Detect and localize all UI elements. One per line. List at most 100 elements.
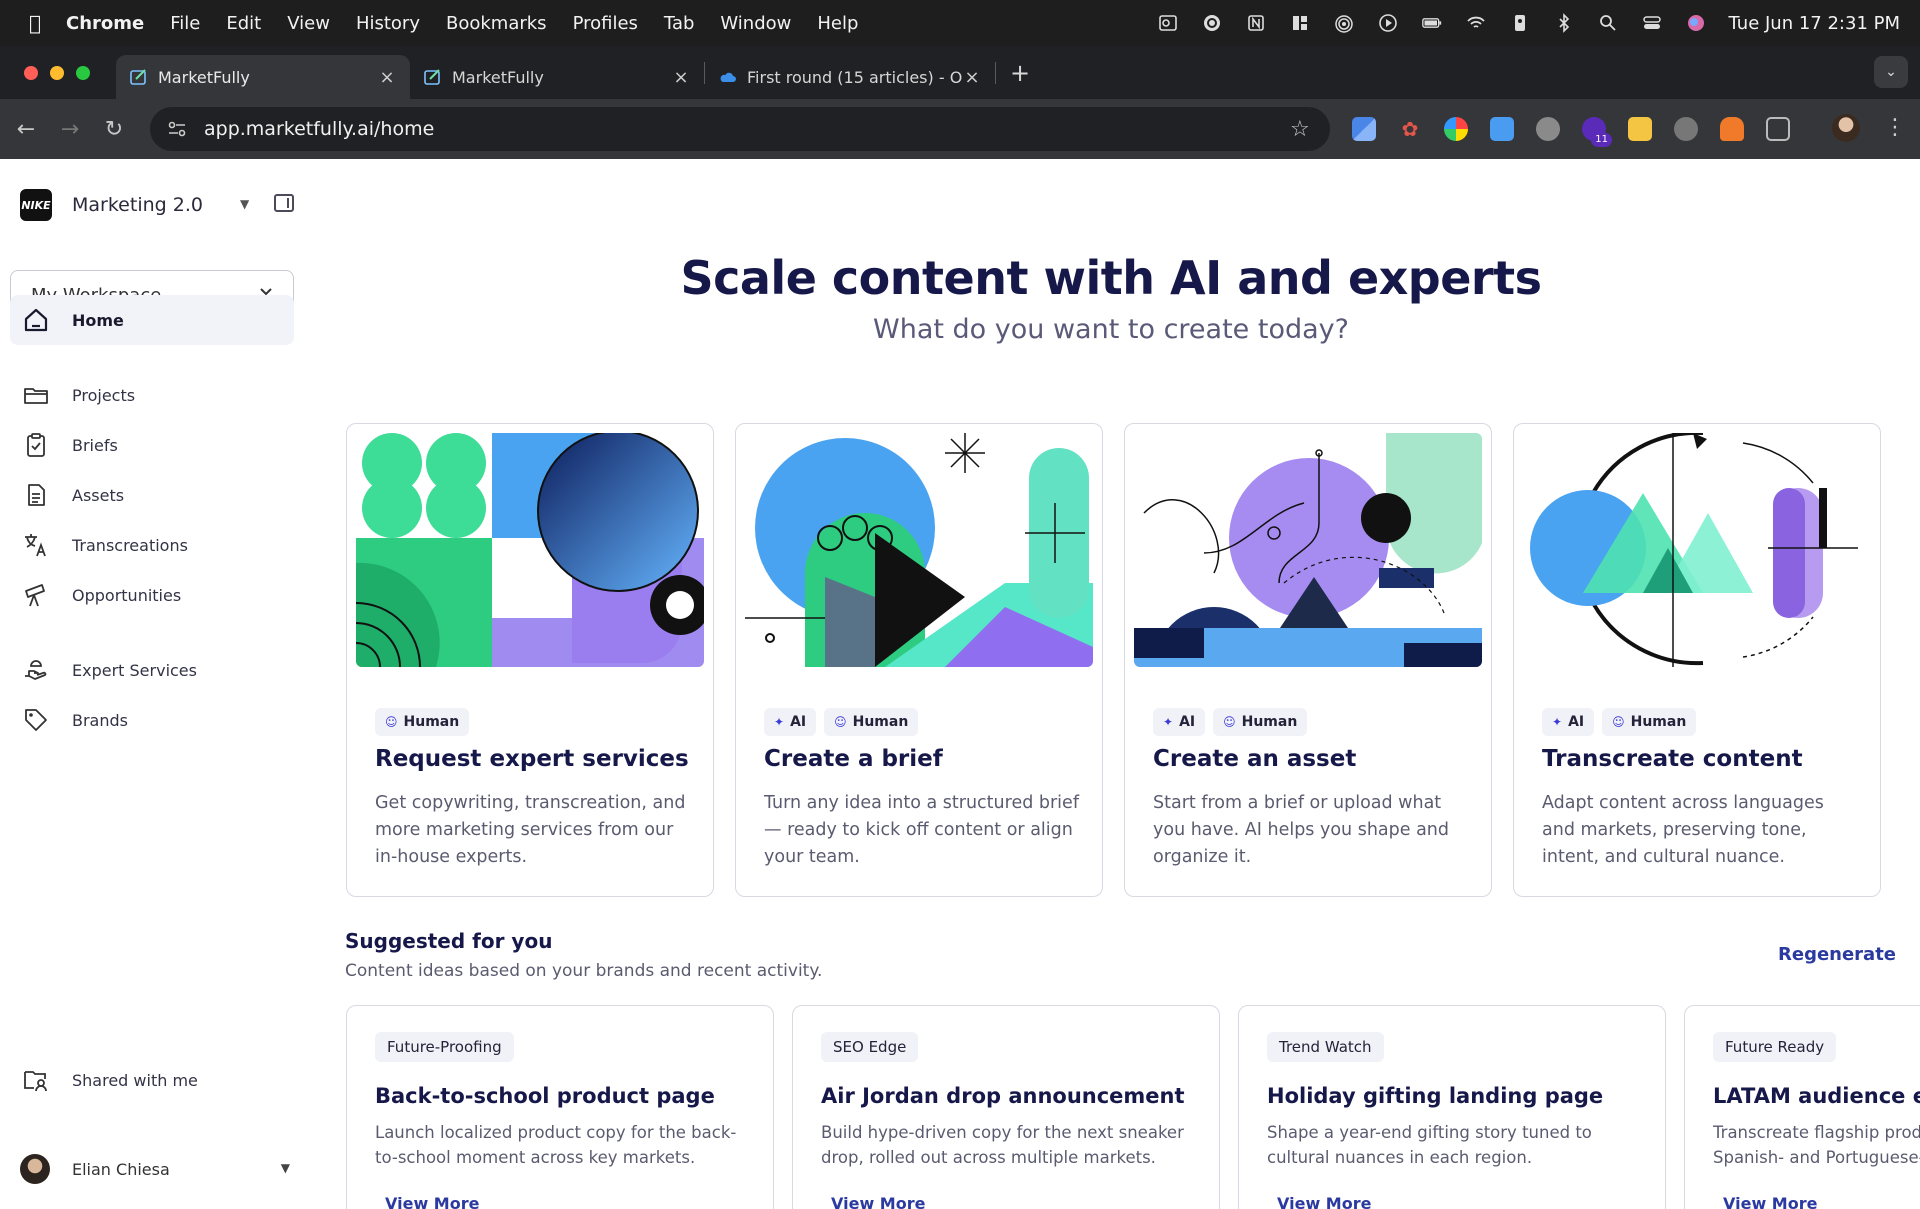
fox-extension-icon[interactable] [1720,117,1744,141]
notes-extension-icon[interactable] [1628,117,1652,141]
site-settings-icon[interactable] [166,118,188,140]
tag-human: ☺ Human [1602,708,1697,736]
user-caret-down-icon[interactable]: ▼ [281,1161,290,1175]
brand-caret-down-icon[interactable]: ▼ [240,197,249,211]
menu-history[interactable]: History [356,13,420,34]
card-illustration [745,433,1093,667]
siri-icon[interactable] [1685,12,1707,34]
menu-app-name[interactable]: Chrome [66,13,144,34]
view-more-link[interactable]: View More [831,1194,925,1209]
browser-tabstrip: MarketFully × MarketFully × First round … [0,46,1920,99]
suggestion-card[interactable]: Trend Watch Holiday gifting landing page… [1238,1005,1666,1209]
layout-icon[interactable] [1289,12,1311,34]
minimize-window-button[interactable] [50,65,64,80]
close-tab-icon[interactable]: × [672,67,690,88]
chip-label: Human [1630,714,1687,730]
new-tab-button[interactable]: + [1010,59,1030,87]
suggestion-description: Build hype-driven copy for the next snea… [821,1123,1184,1167]
id-badge-icon[interactable] [1509,12,1531,34]
sidebar-item-transcreations[interactable]: Transcreations [10,520,294,570]
bird-extension-icon[interactable]: ✿ [1398,117,1422,141]
screenshot-extension-icon[interactable] [1490,117,1514,141]
card-request-expert-services[interactable]: ☺ Human Request expert services Get copyw… [346,423,714,897]
url-text[interactable]: app.marketfully.ai/home [204,118,1290,140]
battery-icon[interactable] [1421,12,1443,34]
play-icon[interactable] [1377,12,1399,34]
sidebar-item-opportunities[interactable]: Opportunities [10,570,294,620]
menu-view[interactable]: View [287,13,330,34]
menu-window[interactable]: Window [720,13,791,34]
suggestion-card[interactable]: SEO Edge Air Jordan drop announcement Bu… [792,1005,1220,1209]
suggestion-card[interactable]: Future-Proofing Back-to-school product p… [346,1005,774,1209]
outlook-icon[interactable] [1157,12,1179,34]
brand-switcher[interactable]: NIKE Marketing 2.0 [20,189,203,221]
tab-search-chevron-icon[interactable]: ⌄ [1874,56,1908,88]
view-more-link[interactable]: View More [1723,1194,1817,1209]
menu-edit[interactable]: Edit [226,13,261,34]
maximize-window-button[interactable] [76,65,90,80]
menu-file[interactable]: File [170,13,200,34]
notion-icon[interactable] [1245,12,1267,34]
sidebar-item-label: Opportunities [72,585,182,605]
tab-marketfully-2[interactable]: MarketFully × [410,55,704,99]
close-tab-icon[interactable]: × [963,67,981,88]
sidebar-item-label: Transcreations [72,535,188,555]
sidebar-item-projects[interactable]: Projects [10,370,294,420]
wappalyzer-extension-icon[interactable] [1536,117,1560,141]
forward-arrow-icon[interactable]: → [48,117,92,142]
spotlight-search-icon[interactable] [1597,12,1619,34]
tab-marketfully-1[interactable]: MarketFully × [116,55,410,99]
menubar-clock[interactable]: Tue Jun 17 2:31 PM [1729,13,1900,34]
sidebar-item-expert-services[interactable]: Expert Services [10,645,294,695]
puzzle-extensions-icon[interactable] [1766,117,1790,141]
airdrop-icon[interactable] [1333,12,1355,34]
address-bar[interactable]: app.marketfully.ai/home ☆ [150,107,1330,151]
marketfully-favicon-icon [130,69,146,85]
counter-extension-icon[interactable]: 11 [1582,117,1612,147]
card-description: Get copywriting, transcreation, and more… [375,793,686,867]
color-extension-icon[interactable] [1444,117,1468,141]
reload-icon[interactable]: ↻ [92,117,136,142]
back-arrow-icon[interactable]: ← [4,117,48,142]
grammarly-icon[interactable] [1201,12,1223,34]
sidebar-item-brands[interactable]: Brands [10,695,294,745]
suggestion-tag: SEO Edge [821,1032,919,1062]
bookmark-star-icon[interactable]: ☆ [1290,117,1314,142]
view-more-link[interactable]: View More [1277,1194,1371,1209]
grammarly-extension-icon[interactable] [1674,117,1698,141]
close-window-button[interactable] [24,65,38,80]
sidebar-item-home[interactable]: Home [10,295,294,345]
menu-help[interactable]: Help [817,13,858,34]
card-title: Create a brief [764,746,943,772]
control-center-icon[interactable] [1641,12,1663,34]
sparkle-icon: ✦ [774,715,785,729]
collapse-sidebar-icon[interactable] [274,194,294,212]
apple-icon[interactable]:  [20,11,50,35]
menu-bookmarks[interactable]: Bookmarks [446,13,547,34]
translate-extension-icon[interactable] [1352,117,1376,141]
sidebar-item-briefs[interactable]: Briefs [10,420,294,470]
sidebar-item-label: Assets [72,485,125,505]
more-options-icon[interactable]: ⋮ [1884,115,1906,140]
main-content: Scale content with AI and experts What d… [310,159,1920,1209]
close-tab-icon[interactable]: × [378,67,396,88]
tab-onedrive[interactable]: First round (15 articles) - One × [705,55,995,99]
view-more-link[interactable]: View More [385,1194,479,1209]
sidebar-item-assets[interactable]: Assets [10,470,294,520]
sidebar-item-shared[interactable]: Shared with me [10,1055,294,1105]
user-menu[interactable]: Elian Chiesa ▼ [20,1149,290,1189]
card-create-asset[interactable]: ✦ AI ☺ Human Create an asset Start from a … [1124,423,1492,897]
card-transcreate-content[interactable]: ✦ AI ☺ Human Transcreate content Adapt con… [1513,423,1881,897]
menu-profiles[interactable]: Profiles [573,13,638,34]
sidebar-item-label: Shared with me [72,1070,198,1090]
card-create-brief[interactable]: ✦ AI ☺ Human Create a brief Turn any idea … [735,423,1103,897]
suggestion-title: Back-to-school product page [375,1084,715,1108]
suggested-subtitle: Content ideas based on your brands and r… [345,961,823,981]
menu-tab[interactable]: Tab [664,13,694,34]
profile-avatar[interactable] [1832,114,1860,142]
chip-label: AI [1568,714,1585,730]
wifi-icon[interactable] [1465,12,1487,34]
regenerate-button[interactable]: Regenerate [1778,944,1896,965]
bluetooth-icon[interactable] [1553,12,1575,34]
suggestion-card[interactable]: Future Ready LATAM audience expansion Tr… [1684,1005,1920,1209]
